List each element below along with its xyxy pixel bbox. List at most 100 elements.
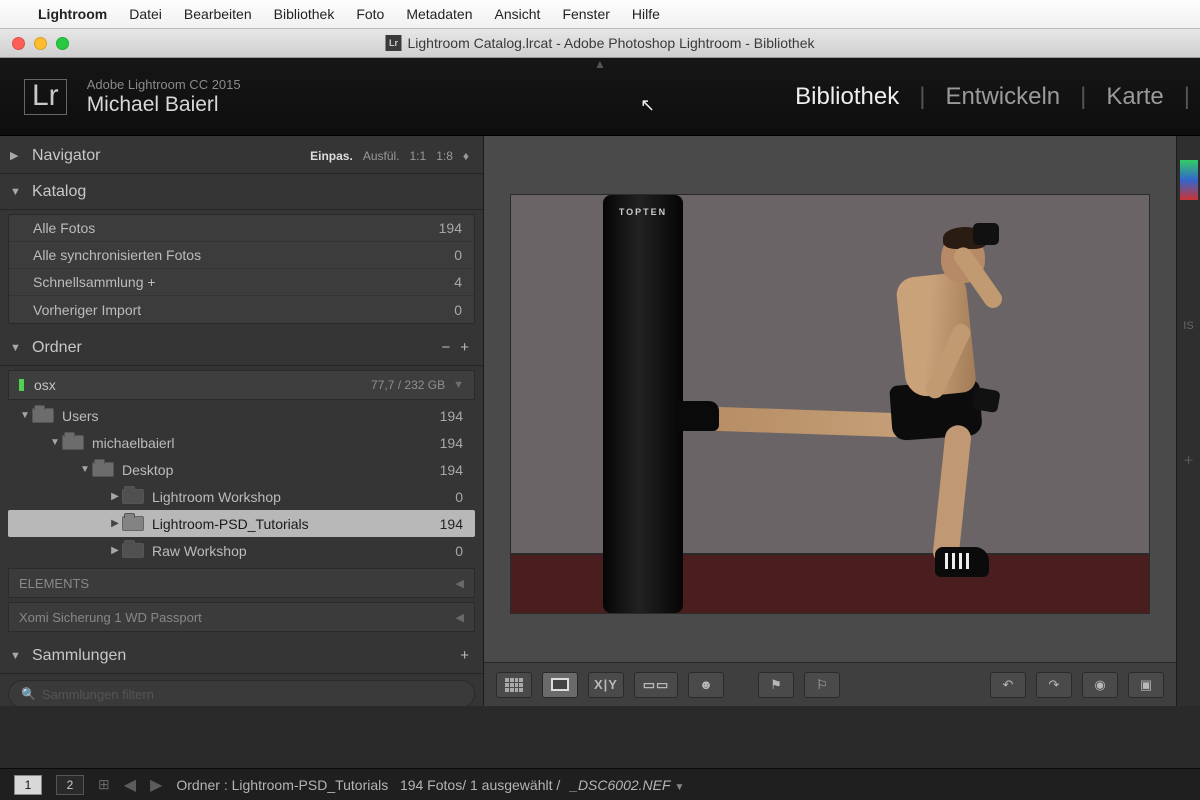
status-info: Ordner : Lightroom-PSD_Tutorials 194 Fot… <box>176 777 684 793</box>
katalog-row-count: 0 <box>454 247 462 263</box>
collections-search-input[interactable]: 🔍 Sammlungen filtern <box>8 680 475 706</box>
module-karte[interactable]: Karte <box>1106 83 1163 111</box>
folder-icon <box>122 516 144 531</box>
prev-photo-button[interactable]: ◀ <box>124 775 136 795</box>
collapse-icon[interactable]: ▼ <box>10 650 24 662</box>
ordner-label: Ordner <box>32 339 82 357</box>
module-bibliothek[interactable]: Bibliothek <box>795 83 899 111</box>
window-title: Lightroom Catalog.lrcat - Adobe Photosho… <box>407 35 814 51</box>
zoom-window-button[interactable] <box>56 37 69 50</box>
folder-icon <box>92 462 114 477</box>
minimize-window-button[interactable] <box>34 37 47 50</box>
zoom-1to1[interactable]: 1:1 <box>410 149 427 163</box>
chevron-down-icon[interactable]: ▼ <box>453 379 464 391</box>
screen-2-button[interactable]: 2 <box>56 775 84 795</box>
close-window-button[interactable] <box>12 37 25 50</box>
expand-icon[interactable]: ▶ <box>108 491 122 502</box>
plus-button[interactable]: + <box>460 647 469 664</box>
katalog-list: Alle Fotos 194 Alle synchronisierten Foto… <box>8 214 475 324</box>
panel-notch-icon[interactable]: ▲ <box>594 57 606 71</box>
collapse-icon[interactable]: ▼ <box>48 437 62 448</box>
katalog-row-count: 194 <box>439 220 462 236</box>
ordner-header[interactable]: ▼ Ordner −+ <box>0 330 483 366</box>
menu-datei[interactable]: Datei <box>129 6 162 22</box>
module-picker: Bibliothek | Entwickeln | Karte | <box>795 83 1190 111</box>
sammlungen-header[interactable]: ▼ Sammlungen + <box>0 638 483 674</box>
grid-view-button[interactable] <box>496 672 532 698</box>
katalog-row[interactable]: Schnellsammlung +4 <box>9 269 474 296</box>
photo-preview[interactable]: TOPTEN <box>510 194 1150 614</box>
folder-row[interactable]: ▶Raw Workshop0 <box>8 537 475 564</box>
module-entwickeln[interactable]: Entwickeln <box>945 83 1060 111</box>
folder-row[interactable]: ▼Users194 <box>8 402 475 429</box>
katalog-row[interactable]: Alle synchronisierten Fotos 0 <box>9 242 474 269</box>
compare-view-button[interactable]: X|Y <box>588 672 624 698</box>
expand-icon[interactable]: ▶ <box>108 518 122 529</box>
search-placeholder: Sammlungen filtern <box>42 687 154 702</box>
collapse-icon[interactable]: ▼ <box>10 342 24 354</box>
menu-fenster[interactable]: Fenster <box>562 6 609 22</box>
lr-logo-icon: Lr <box>24 79 67 115</box>
folder-row[interactable]: ▼michaelbaierl194 <box>8 429 475 456</box>
menu-foto[interactable]: Foto <box>356 6 384 22</box>
next-photo-button[interactable]: ▶ <box>150 775 162 795</box>
menu-bearbeiten[interactable]: Bearbeiten <box>184 6 252 22</box>
menu-ansicht[interactable]: Ansicht <box>495 6 541 22</box>
volume-collapsed[interactable]: Xomi Sicherung 1 WD Passport◀ <box>8 602 475 632</box>
expand-icon[interactable]: ▶ <box>10 149 24 162</box>
volume-row[interactable]: osx 77,7 / 232 GB ▼ <box>8 370 475 400</box>
loupe-view-button[interactable] <box>542 672 578 698</box>
chevron-left-icon: ◀ <box>456 611 464 624</box>
zoom-fit[interactable]: Einpas. <box>310 149 353 163</box>
plus-icon: ＋ <box>1183 452 1194 468</box>
katalog-row-label: Alle Fotos <box>33 220 95 236</box>
folder-count: 194 <box>440 516 463 532</box>
view-toolbar: X|Y ▭▭ ☻ ⚑ ⚐ ↶ ↷ ◉ ▣ <box>484 662 1176 706</box>
katalog-header[interactable]: ▼ Katalog <box>0 174 483 210</box>
zoom-ratio[interactable]: 1:8 <box>436 149 453 163</box>
survey-view-button[interactable]: ▭▭ <box>634 672 678 698</box>
expand-icon[interactable]: ▶ <box>108 545 122 556</box>
screen-1-button[interactable]: 1 <box>14 775 42 795</box>
katalog-row-label: Alle synchronisierten Fotos <box>33 247 201 263</box>
katalog-row[interactable]: Alle Fotos 194 <box>9 215 474 242</box>
chevron-down-icon[interactable]: ▼ <box>675 782 685 793</box>
rotate-left-button[interactable]: ↶ <box>990 672 1026 698</box>
right-panel-collapsed[interactable]: IS ＋ <box>1176 136 1200 706</box>
minus-button[interactable]: − <box>441 339 450 356</box>
folder-icon <box>122 489 144 504</box>
collapse-icon[interactable]: ▼ <box>10 186 24 198</box>
mac-menubar: Lightroom Datei Bearbeiten Bibliothek Fo… <box>0 0 1200 28</box>
people-view-button[interactable]: ☻ <box>688 672 724 698</box>
flag-reject-button[interactable]: ⚐ <box>804 672 840 698</box>
zoom-fill[interactable]: Ausfül. <box>363 149 400 163</box>
plus-button[interactable]: + <box>460 339 469 356</box>
katalog-row-count: 4 <box>454 274 462 290</box>
folder-row[interactable]: ▼Desktop194 <box>8 456 475 483</box>
menu-app[interactable]: Lightroom <box>38 6 107 22</box>
menu-metadaten[interactable]: Metadaten <box>406 6 472 22</box>
grid-toggle-icon[interactable]: ⊞ <box>98 776 110 793</box>
folder-row[interactable]: ▶ Lightroom-PSD_Tutorials 194 <box>8 510 475 537</box>
navigator-header[interactable]: ▶ Navigator Einpas. Ausfül. 1:1 1:8 ♦ <box>0 138 483 174</box>
folder-tree: ▼Users194▼michaelbaierl194▼Desktop194 ▶ Li… <box>8 402 475 564</box>
collapse-icon[interactable]: ▼ <box>18 410 32 421</box>
slideshow-button[interactable]: ▣ <box>1128 672 1164 698</box>
app-header: ▲ Lr Adobe Lightroom CC 2015 Michael Bai… <box>0 58 1200 136</box>
menu-hilfe[interactable]: Hilfe <box>632 6 660 22</box>
folder-name: Lightroom Workshop <box>152 489 281 505</box>
folder-name: Lightroom-PSD_Tutorials <box>152 516 309 532</box>
rotate-right-button[interactable]: ↷ <box>1036 672 1072 698</box>
histogram-icon <box>1180 160 1198 200</box>
iso-label: IS <box>1183 320 1193 332</box>
collapse-icon[interactable]: ▼ <box>78 464 92 475</box>
flag-pick-button[interactable]: ⚑ <box>758 672 794 698</box>
folder-count: 194 <box>440 435 463 451</box>
sync-settings-button[interactable]: ◉ <box>1082 672 1118 698</box>
katalog-row[interactable]: Vorheriger Import0 <box>9 296 474 323</box>
menu-bibliothek[interactable]: Bibliothek <box>274 6 335 22</box>
volume-collapsed[interactable]: ELEMENTS◀ <box>8 568 475 598</box>
folder-row[interactable]: ▶Lightroom Workshop0 <box>8 483 475 510</box>
zoom-stepper-icon[interactable]: ♦ <box>463 149 469 163</box>
katalog-row-count: 0 <box>454 302 462 318</box>
